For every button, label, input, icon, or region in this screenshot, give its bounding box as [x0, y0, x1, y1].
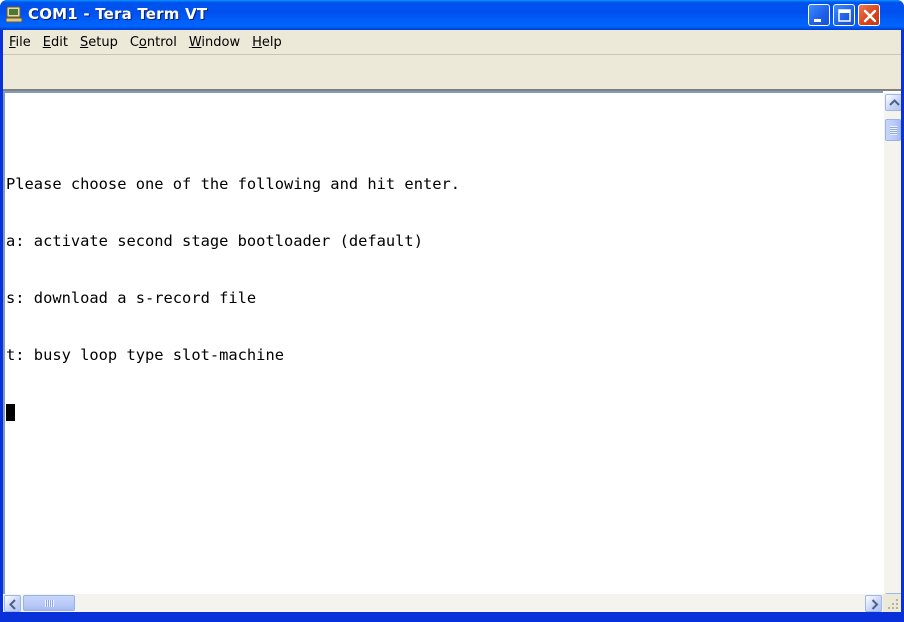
terminal-line: Please choose one of the following and h…	[6, 175, 461, 193]
resize-grip[interactable]	[883, 594, 901, 612]
minimize-button[interactable]	[808, 4, 830, 26]
menu-control[interactable]: Control	[124, 32, 183, 53]
maximize-button[interactable]	[833, 4, 855, 26]
close-icon	[863, 9, 877, 23]
title-bar[interactable]: COM1 - Tera Term VT	[0, 0, 904, 30]
scroll-left-arrow-icon	[9, 599, 16, 610]
window-border-bottom[interactable]	[0, 612, 904, 622]
scroll-up-button[interactable]	[885, 94, 902, 111]
menu-help[interactable]: Help	[246, 32, 288, 53]
terminal-line: a: activate second stage bootloader (def…	[6, 232, 423, 250]
scroll-right-arrow-icon	[871, 599, 879, 610]
menu-file[interactable]: File	[3, 32, 37, 53]
scroll-right-button[interactable]	[865, 595, 882, 612]
block-cursor	[6, 404, 15, 421]
menu-edit[interactable]: Edit	[37, 32, 74, 53]
window-title: COM1 - Tera Term VT	[28, 5, 208, 23]
terminal-line: t: busy loop type slot-machine	[6, 346, 284, 364]
menu-setup[interactable]: Setup	[74, 32, 124, 53]
scroll-left-button[interactable]	[4, 595, 21, 612]
terminal-line: s: download a s-record file	[6, 289, 257, 307]
tera-term-app-icon[interactable]	[5, 6, 23, 23]
vertical-scrollbar[interactable]	[883, 93, 902, 612]
horizontal-scroll-thumb[interactable]	[23, 595, 75, 611]
minimize-icon	[814, 19, 821, 22]
thumb-grip-icon	[45, 600, 54, 607]
close-button[interactable]	[858, 4, 880, 26]
vertical-scroll-thumb[interactable]	[885, 119, 901, 141]
menu-window[interactable]: Window	[183, 32, 246, 53]
window-border-left[interactable]	[0, 30, 3, 622]
tera-term-window: COM1 - Tera Term VT File Edit Setup Cont…	[0, 0, 904, 622]
resize-grip-icon	[888, 599, 898, 609]
horizontal-scrollbar[interactable]	[3, 594, 883, 612]
maximize-icon	[838, 9, 851, 22]
terminal-screen[interactable]: Please choose one of the following and h…	[3, 91, 883, 594]
thumb-grip-icon	[890, 126, 897, 135]
menu-bar: File Edit Setup Control Window Help	[3, 30, 901, 55]
